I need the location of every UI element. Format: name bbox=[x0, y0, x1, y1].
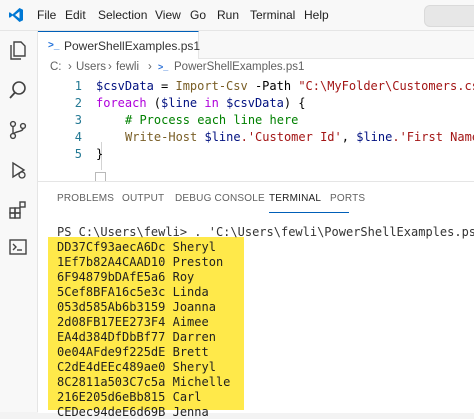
first-name: Linda bbox=[172, 285, 209, 299]
terminal-row: 0e04AFde9f225dE Brett bbox=[57, 345, 209, 359]
line-number: 4 bbox=[74, 130, 82, 144]
first-name: Roy bbox=[172, 270, 195, 284]
first-name: Sheryl bbox=[172, 240, 216, 254]
terminal-row: CEDec94deE6d69B Jenna bbox=[57, 405, 209, 419]
editor-tab[interactable]: >_ PowerShellExamples.ps1 bbox=[38, 31, 201, 59]
breadcrumb: C: › Users › fewli › >_ PowerShellExampl… bbox=[38, 58, 474, 78]
first-name: Joanna bbox=[172, 300, 216, 314]
activity-bar bbox=[0, 31, 38, 412]
terminal-row: DD37Cf93aecA6Dc Sheryl bbox=[57, 240, 216, 254]
terminal-row: EA4d384DfDbBf77 Darren bbox=[57, 330, 216, 344]
vscode-logo-icon[interactable] bbox=[8, 7, 24, 23]
terminal-row: C2dE4dEEc489ae0 Sheryl bbox=[57, 360, 216, 374]
customer-id: 2d08FB17EE273F4 bbox=[57, 315, 166, 329]
powershell-file-icon: >_ bbox=[158, 62, 169, 72]
customer-id: 5Cef8BFA16c5e3c bbox=[57, 285, 166, 299]
customer-id: 6F94879bDAfE5a6 bbox=[57, 270, 166, 284]
customer-id: 053d585Ab6b3159 bbox=[57, 300, 166, 314]
menu-file[interactable]: File bbox=[37, 8, 56, 22]
terminal-row: 053d585Ab6b3159 Joanna bbox=[57, 300, 216, 314]
terminal-row: 8C2811a503C7c5a Michelle bbox=[57, 375, 230, 389]
line-number: 2 bbox=[74, 96, 82, 110]
customer-id: EA4d384DfDbBf77 bbox=[57, 330, 166, 344]
terminal-row: 5Cef8BFA16c5e3c Linda bbox=[57, 285, 209, 299]
tab-output[interactable]: OUTPUT bbox=[122, 193, 164, 204]
customer-id: DD37Cf93aecA6Dc bbox=[57, 240, 166, 254]
command-center[interactable] bbox=[424, 5, 474, 27]
terminal-prompt[interactable]: PS C:\Users\fewli> . 'C:\Users\fewli\Pow… bbox=[57, 225, 474, 239]
active-tab-indicator bbox=[269, 212, 349, 213]
first-name: Darren bbox=[172, 330, 216, 344]
breadcrumb-user[interactable]: fewli bbox=[116, 61, 139, 73]
first-name: Sheryl bbox=[172, 360, 216, 374]
customer-id: CEDec94deE6d69B bbox=[57, 405, 166, 419]
terminal-row: 216E205d6eBb815 Carl bbox=[57, 390, 202, 404]
menu-go[interactable]: Go bbox=[190, 8, 206, 22]
tab-problems[interactable]: PROBLEMS bbox=[57, 193, 114, 204]
terminal-panel-icon[interactable] bbox=[7, 236, 29, 258]
chevron-right-icon: › bbox=[68, 61, 72, 73]
terminal-row: 2d08FB17EE273F4 Aimee bbox=[57, 315, 209, 329]
code-line-3[interactable]: # Process each line here bbox=[125, 113, 298, 127]
breadcrumb-file[interactable]: PowerShellExamples.ps1 bbox=[174, 61, 304, 73]
chevron-right-icon: › bbox=[108, 61, 112, 73]
customer-id: 216E205d6eBb815 bbox=[57, 390, 166, 404]
menu-run[interactable]: Run bbox=[217, 8, 239, 22]
source-control-icon[interactable] bbox=[7, 119, 29, 141]
menu-selection[interactable]: Selection bbox=[98, 8, 147, 22]
chevron-right-icon: › bbox=[148, 61, 152, 73]
tab-terminal[interactable]: TERMINAL bbox=[269, 193, 321, 204]
customer-id: 0e04AFde9f225dE bbox=[57, 345, 166, 359]
powershell-file-icon: >_ bbox=[48, 40, 60, 51]
search-icon[interactable] bbox=[7, 79, 29, 101]
code-line-5[interactable]: } bbox=[96, 147, 103, 161]
menu-terminal[interactable]: Terminal bbox=[250, 8, 295, 22]
line-number: 5 bbox=[74, 147, 82, 161]
bottom-panel: PROBLEMS OUTPUT DEBUG CONSOLE TERMINAL P… bbox=[38, 181, 474, 419]
breadcrumb-users[interactable]: Users bbox=[76, 61, 106, 73]
customer-id: 1Ef7b82A4CAAD10 bbox=[57, 255, 166, 269]
title-bar: File Edit Selection View Go Run Terminal… bbox=[0, 0, 474, 31]
code-line-1[interactable]: $csvData = Import-Csv -Path "C:\MyFolder… bbox=[96, 79, 474, 93]
first-name: Carl bbox=[172, 390, 202, 404]
explorer-icon[interactable] bbox=[7, 39, 29, 61]
customer-id: C2dE4dEEc489ae0 bbox=[57, 360, 166, 374]
tab-debug-console[interactable]: DEBUG CONSOLE bbox=[175, 193, 265, 204]
tab-label: PowerShellExamples.ps1 bbox=[64, 39, 201, 53]
breadcrumb-drive[interactable]: C: bbox=[50, 61, 62, 73]
line-number: 3 bbox=[74, 113, 82, 127]
editor-tab-bar: >_ PowerShellExamples.ps1 bbox=[38, 31, 474, 59]
run-debug-icon[interactable] bbox=[7, 159, 29, 181]
first-name: Preston bbox=[172, 255, 224, 269]
extensions-icon[interactable] bbox=[7, 199, 29, 221]
terminal-row: 6F94879bDAfE5a6 Roy bbox=[57, 270, 194, 284]
menu-view[interactable]: View bbox=[155, 8, 181, 22]
first-name: Brett bbox=[172, 345, 209, 359]
first-name: Michelle bbox=[172, 375, 231, 389]
customer-id: 8C2811a503C7c5a bbox=[57, 375, 166, 389]
editor-area: >_ PowerShellExamples.ps1 C: › Users › f… bbox=[38, 31, 474, 189]
tab-ports[interactable]: PORTS bbox=[330, 193, 365, 204]
first-name: Aimee bbox=[172, 315, 209, 329]
terminal-row: 1Ef7b82A4CAAD10 Preston bbox=[57, 255, 223, 269]
menu-help[interactable]: Help bbox=[304, 8, 329, 22]
first-name: Jenna bbox=[172, 405, 209, 419]
menu-edit[interactable]: Edit bbox=[65, 8, 86, 22]
code-line-2[interactable]: foreach ($line in $csvData) { bbox=[96, 96, 306, 110]
line-number: 1 bbox=[74, 79, 82, 93]
code-line-4[interactable]: Write-Host $line.'Customer Id', $line.'F… bbox=[125, 130, 474, 144]
